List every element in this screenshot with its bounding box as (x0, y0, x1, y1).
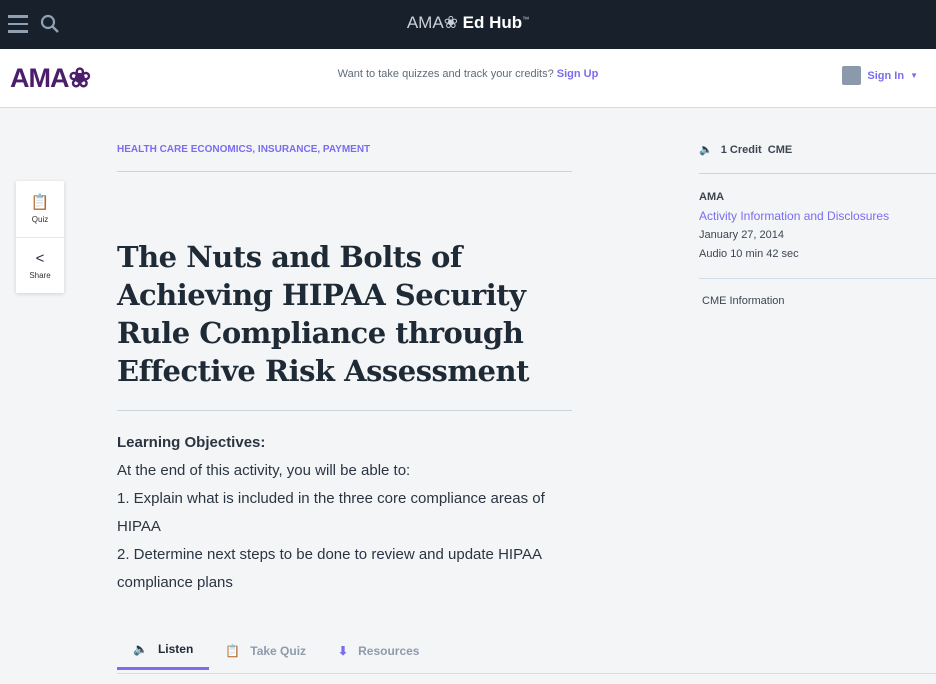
share-label: Share (29, 271, 51, 280)
share-button[interactable]: < Share (16, 237, 64, 293)
speaker-icon: 🔈 (699, 144, 713, 156)
cme-information-link[interactable]: CME Information (699, 279, 936, 323)
tab-take-quiz[interactable]: 📋 Take Quiz (209, 636, 322, 670)
activity-info: AMA Activity Information and Disclosures… (699, 174, 936, 279)
credit-info: 🔈 1 Credit CME (699, 143, 936, 174)
learning-objectives: Learning Objectives: At the end of this … (117, 433, 572, 597)
content-tabs: 🔈 Listen 📋 Take Quiz ⬇ Resources (117, 636, 435, 670)
activity-sidebar: 🔈 1 Credit CME AMA Activity Information a… (699, 143, 936, 323)
edhub-logo[interactable]: AMA❀ Ed Hub™ (0, 13, 936, 33)
site-header: AMA❀ Want to take quizzes and track your… (0, 49, 936, 108)
chevron-down-icon: ▼ (910, 71, 918, 80)
objective-item: 2. Determine next steps to be done to re… (117, 546, 542, 591)
objectives-heading: Learning Objectives: (117, 434, 266, 451)
tab-listen[interactable]: 🔈 Listen (117, 636, 210, 670)
audio-duration: Audio 10 min 42 sec (699, 248, 799, 260)
tab-label: Resources (358, 643, 420, 658)
sign-up-link[interactable]: Sign Up (557, 68, 599, 80)
user-avatar-icon (842, 66, 862, 85)
side-actions: 📋 Quiz < Share (16, 181, 64, 293)
quiz-button[interactable]: 📋 Quiz (16, 181, 64, 237)
speaker-icon: 🔈 (133, 642, 148, 656)
share-icon: < (35, 250, 45, 267)
promo-text: Want to take quizzes and track your cred… (337, 68, 599, 80)
organization: AMA (699, 191, 725, 203)
disclosures-link[interactable]: Activity Information and Disclosures (699, 207, 936, 226)
top-bar: AMA❀ Ed Hub™ (0, 0, 936, 49)
quiz-label: Quiz (31, 215, 49, 224)
article: HEALTH CARE ECONOMICS, INSURANCE, PAYMEN… (117, 108, 572, 597)
page-title: The Nuts and Bolts of Achieving HIPAA Se… (117, 238, 572, 411)
tab-resources[interactable]: ⬇ Resources (322, 636, 435, 670)
objective-item: 1. Explain what is included in the three… (117, 490, 545, 535)
category-link[interactable]: HEALTH CARE ECONOMICS, INSURANCE, PAYMEN… (117, 144, 572, 172)
sign-in-button[interactable]: Sign In ▼ (842, 66, 918, 85)
clipboard-icon: 📋 (30, 194, 50, 211)
tab-label: Take Quiz (250, 643, 307, 658)
sign-in-label: Sign In (867, 69, 905, 82)
tabs-divider (117, 673, 936, 674)
activity-date: January 27, 2014 (699, 229, 785, 241)
clipboard-icon: 📋 (225, 643, 241, 658)
tab-label: Listen (157, 642, 194, 656)
credit-label: 1 Credit CME (720, 144, 793, 156)
download-icon: ⬇ (338, 643, 349, 658)
objectives-intro: At the end of this activity, you will be… (117, 462, 411, 479)
